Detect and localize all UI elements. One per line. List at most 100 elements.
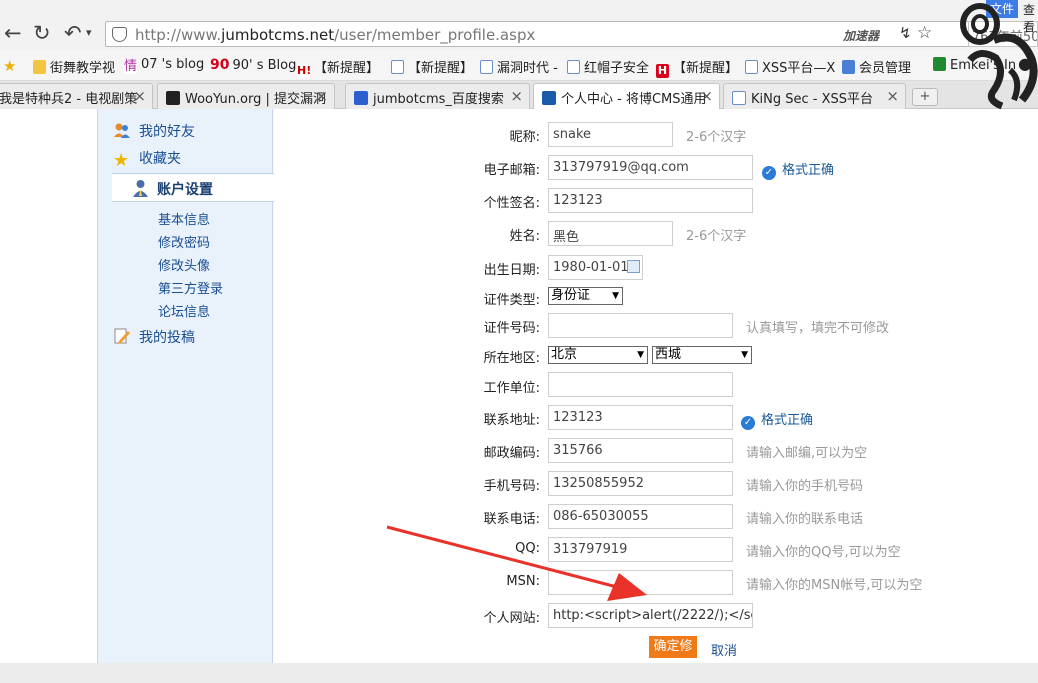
sub-item-forum-info[interactable]: 论坛信息 <box>158 301 210 320</box>
district-select[interactable]: 西城 ▼ <box>652 346 752 364</box>
tab-strip: 我是特种兵2 - 电视剧策 × WooYun.org | 提交漏洞 × jumbot… <box>0 81 1038 110</box>
bookmarks-star-icon[interactable]: ★ <box>3 57 16 75</box>
close-tab-icon[interactable]: × <box>700 87 713 105</box>
check-icon: ✓ <box>741 416 755 430</box>
undo-icon[interactable]: ↶ <box>64 20 82 46</box>
folder-icon <box>33 60 46 74</box>
website-label: 个人网站: <box>483 611 540 626</box>
bookmark-item[interactable]: 漏洞时代 - <box>480 57 558 76</box>
close-tab-icon[interactable]: × <box>315 87 328 105</box>
site-icon: 情 <box>124 59 138 74</box>
sub-item-basic-info[interactable]: 基本信息 <box>158 209 210 228</box>
close-tab-icon[interactable]: × <box>133 87 146 105</box>
tab[interactable]: KiNg Sec - XSS平台 × <box>723 83 906 109</box>
bookmark-item[interactable]: 红帽子安全 <box>567 57 649 76</box>
sub-item-change-password[interactable]: 修改密码 <box>158 232 210 251</box>
region-label: 所在地区: <box>483 351 540 366</box>
sub-item-third-party-login[interactable]: 第三方登录 <box>158 278 223 297</box>
nickname-input[interactable]: snake <box>548 122 673 147</box>
id-number-hint: 认真填写，填完不可修改 <box>746 321 890 336</box>
site-icon <box>933 57 946 71</box>
mobile-label: 手机号码: <box>483 479 540 494</box>
lightning-icon[interactable]: ↯ <box>899 24 912 42</box>
annotation-arrow-icon <box>386 525 647 601</box>
bookmark-item[interactable]: 街舞教学视 <box>33 57 115 76</box>
bookmark-item[interactable]: 90 90' s Blog <box>210 57 296 73</box>
tab[interactable]: WooYun.org | 提交漏洞 × <box>157 83 335 109</box>
id-type-select[interactable]: 身份证 ▼ <box>548 287 623 305</box>
security-shield-icon <box>112 27 127 42</box>
id-number-label: 证件号码: <box>483 321 540 336</box>
browser-toolbar: ← ↻ ↶ ▾ http://www.jumbotcms.net/user/me… <box>0 0 1038 50</box>
id-number-input[interactable] <box>548 313 733 338</box>
zip-label: 邮政编码: <box>483 446 540 461</box>
msn-hint: 请输入你的MSN帐号,可以为空 <box>746 578 923 593</box>
address-status: ✓ 格式正确 <box>741 409 813 430</box>
zip-hint: 请输入邮编,可以为空 <box>746 446 868 461</box>
signature-label: 个性签名: <box>483 196 540 211</box>
document-icon <box>745 60 758 74</box>
close-tab-icon[interactable]: × <box>886 87 899 105</box>
province-select[interactable]: 北京 ▼ <box>548 346 648 364</box>
refresh-icon[interactable]: ↻ <box>33 20 51 46</box>
nickname-label: 昵称: <box>509 130 540 145</box>
site-icon <box>842 60 855 74</box>
edit-document-icon <box>114 328 130 344</box>
name-label: 姓名: <box>509 229 540 244</box>
tab[interactable]: jumbotcms_百度搜索 × <box>345 83 530 109</box>
qq-hint: 请输入你的QQ号,可以为空 <box>746 545 901 560</box>
address-input[interactable]: 123123 <box>548 405 733 430</box>
user-icon <box>133 180 148 197</box>
favorite-star-icon[interactable]: ☆ <box>917 23 932 43</box>
url-text: http://www.jumbotcms.net/user/member_pro… <box>135 26 536 44</box>
sidebar-item-account-settings[interactable]: 账户设置 <box>112 173 274 202</box>
bookmarks-bar: ★ 街舞教学视 情 07 's blog 90 90' s Blog H! 【新提醒】… <box>0 50 1038 81</box>
email-input[interactable]: 313797919@qq.com <box>548 155 753 180</box>
site-icon <box>542 91 556 105</box>
dropdown-arrow-icon: ▼ <box>741 350 748 360</box>
submit-button[interactable]: 确定修改 <box>649 636 697 676</box>
calendar-icon[interactable] <box>627 260 640 273</box>
document-icon <box>391 60 404 74</box>
bookmark-item[interactable]: H 【新提醒】 <box>656 57 738 78</box>
birthday-label: 出生日期: <box>483 263 540 278</box>
document-icon <box>567 60 580 74</box>
name-input[interactable]: 黑色 <box>548 221 673 246</box>
email-label: 电子邮箱: <box>483 163 540 178</box>
email-status: ✓ 格式正确 <box>762 159 834 180</box>
bookmark-item[interactable]: H! 【新提醒】 <box>297 57 379 78</box>
website-input[interactable]: http:<script>alert(/2222/);</scr <box>548 603 753 628</box>
accelerator-label[interactable]: 加速器 <box>843 27 879 44</box>
mobile-input[interactable]: 13250855952 <box>548 471 733 496</box>
sidebar-item-friends[interactable]: 我的好友 <box>113 121 195 145</box>
bookmark-item[interactable]: 会员管理 <box>842 57 911 76</box>
bookmark-item[interactable]: 情 07 's blog <box>124 57 204 74</box>
friends-icon <box>114 123 130 138</box>
new-tab-button[interactable]: + <box>912 88 938 106</box>
page-footer-strip <box>0 663 1038 683</box>
signature-input[interactable]: 123123 <box>548 188 753 213</box>
mobile-hint: 请输入你的手机号码 <box>746 479 864 494</box>
sidebar: 我的好友 ★ 收藏夹 账户设置 基本信息 修改密码 修改头像 第三方登录 论坛信息… <box>97 109 274 663</box>
sidebar-item-favorites[interactable]: ★ 收藏夹 <box>113 148 181 172</box>
birthday-input[interactable]: 1980-01-01 <box>548 255 643 280</box>
address-bar[interactable]: http://www.jumbotcms.net/user/member_pro… <box>105 21 970 47</box>
cancel-link[interactable]: 取消 <box>711 640 737 659</box>
document-icon <box>732 91 746 105</box>
tab[interactable]: 我是特种兵2 - 电视剧策 × <box>0 83 153 109</box>
wooyun-icon <box>166 91 180 105</box>
address-label: 联系地址: <box>483 413 540 428</box>
close-tab-icon[interactable]: × <box>510 87 523 105</box>
sidebar-item-my-submissions[interactable]: 我的投稿 <box>113 327 195 351</box>
baidu-paw-icon <box>354 91 368 105</box>
company-input[interactable] <box>548 372 733 397</box>
dropdown-arrow-icon: ▼ <box>637 350 644 360</box>
back-arrow-icon[interactable]: ← <box>4 20 22 46</box>
site-icon: 90 <box>210 57 230 73</box>
bookmark-item[interactable]: 【新提醒】 <box>391 57 473 76</box>
sub-item-change-avatar[interactable]: 修改头像 <box>158 255 210 274</box>
zip-input[interactable]: 315766 <box>548 438 733 463</box>
bookmark-item[interactable]: XSS平台—X <box>745 57 835 76</box>
tab-active[interactable]: 个人中心 - 将博CMS通用 × <box>533 83 720 110</box>
undo-dropdown-icon[interactable]: ▾ <box>86 27 92 39</box>
